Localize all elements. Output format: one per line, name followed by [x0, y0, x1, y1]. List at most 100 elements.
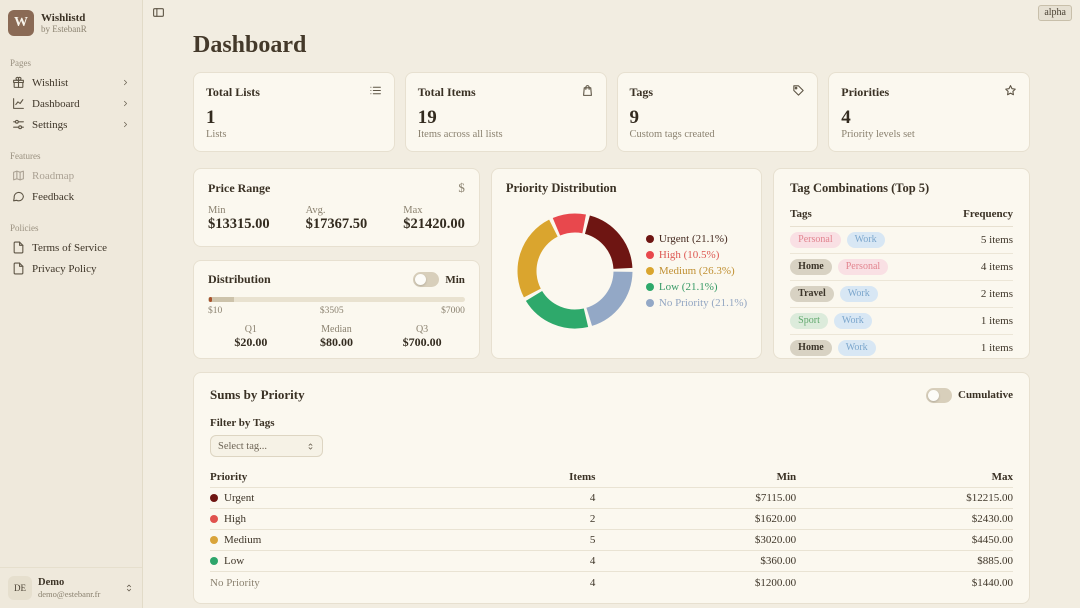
tags-column-header: Tags	[790, 208, 812, 220]
price-stat: Min $13315.00	[208, 205, 270, 233]
table-row: Urgent 4 $7115.00 $12215.00	[210, 488, 1013, 509]
sidebar-section-label: Policies	[10, 223, 132, 233]
slider-marker[interactable]	[209, 297, 212, 302]
sums-title: Sums by Priority	[210, 387, 305, 403]
file-icon	[12, 241, 25, 254]
bag-icon	[581, 84, 594, 97]
sidebar-toggle-icon[interactable]	[152, 6, 165, 19]
cumulative-toggle-label: Cumulative	[958, 389, 1013, 401]
table-row: Low 4 $360.00 $885.00	[210, 551, 1013, 572]
topbar	[143, 0, 1080, 24]
price-stat: Avg. $17367.50	[306, 205, 368, 233]
sidebar-nav: Pages Wishlist Dashboard Settings Featur…	[0, 44, 142, 281]
star-icon	[1004, 84, 1017, 97]
tag-pill-work: Work	[840, 286, 878, 302]
sums-by-priority-card: Sums by Priority Cumulative Filter by Ta…	[193, 372, 1030, 604]
sidebar-item-label: Feedback	[32, 191, 130, 203]
tag-pill-personal: Personal	[838, 259, 888, 275]
stat-card-subtitle: Lists	[206, 129, 382, 140]
legend-item: Urgent (21.1%)	[646, 233, 747, 245]
price-range-title: Price Range	[208, 181, 270, 196]
donut-segment-medium	[527, 228, 553, 293]
priority-dot	[210, 515, 218, 523]
tag-combination-row: PersonalWork 5 items	[790, 227, 1013, 254]
sidebar-item-label: Dashboard	[32, 98, 114, 110]
tag-pill-home: Home	[790, 259, 832, 275]
chat-icon	[12, 190, 25, 203]
dollar-icon: $	[458, 180, 465, 196]
map-icon	[12, 169, 25, 182]
tag-combinations-card: Tag Combinations (Top 5) Tags Frequency …	[773, 168, 1030, 359]
sidebar-item-terms-of-service[interactable]: Terms of Service	[8, 237, 134, 258]
scale-max: $7000	[441, 306, 465, 316]
tag-pill-personal: Personal	[790, 232, 840, 248]
chart-legend: Urgent (21.1%) High (10.5%) Medium (26.3…	[646, 233, 747, 309]
scale-mid: $3505	[320, 306, 344, 316]
distribution-title: Distribution	[208, 272, 271, 287]
user-menu[interactable]: DE Demo demo@estebanr.fr	[0, 567, 142, 608]
chevron-right-icon	[121, 120, 130, 129]
avatar: DE	[8, 576, 32, 600]
alpha-badge: alpha	[1038, 5, 1072, 21]
sidebar-item-wishlist[interactable]: Wishlist	[8, 72, 134, 93]
sidebar-item-privacy-policy[interactable]: Privacy Policy	[8, 258, 134, 279]
sums-column-max: Max	[796, 471, 1013, 483]
table-row: No Priority 4 $1200.00 $1440.00	[210, 572, 1013, 593]
sums-table: PriorityItemsMinMax Urgent 4 $7115.00 $1…	[210, 467, 1013, 593]
legend-dot	[646, 283, 654, 291]
stat-card-subtitle: Priority levels set	[841, 129, 1017, 140]
sums-column-priority: Priority	[210, 471, 515, 483]
priority-dot	[210, 557, 218, 565]
distribution-slider[interactable]	[208, 297, 465, 302]
stat-card-value: 9	[630, 108, 806, 129]
file-icon	[12, 262, 25, 275]
stat-card-value: 1	[206, 108, 382, 129]
scale-min: $10	[208, 306, 222, 316]
tag-combination-row: TravelWork 2 items	[790, 281, 1013, 308]
legend-item: Medium (26.3%)	[646, 265, 747, 277]
sidebar-item-label: Privacy Policy	[32, 263, 130, 275]
legend-dot	[646, 235, 654, 243]
app-name: Wishlistd	[41, 12, 87, 25]
tag-pill-work: Work	[834, 313, 872, 329]
sidebar-item-dashboard[interactable]: Dashboard	[8, 93, 134, 114]
legend-item: No Priority (21.1%)	[646, 297, 747, 309]
tag-select[interactable]: Select tag...	[210, 435, 323, 457]
page-title: Dashboard	[193, 32, 1030, 59]
priority-distribution-title: Priority Distribution	[506, 181, 747, 196]
table-row: Medium 5 $3020.00 $4450.00	[210, 530, 1013, 551]
donut-segment-urgent	[587, 225, 623, 269]
stat-card-total-lists: Total Lists 1 Lists	[193, 72, 395, 152]
stat-card-subtitle: Items across all lists	[418, 129, 594, 140]
priority-dot	[210, 536, 218, 544]
filter-by-tags-label: Filter by Tags	[210, 417, 1013, 429]
sidebar-item-settings[interactable]: Settings	[8, 114, 134, 135]
chevron-up-down-icon	[124, 583, 134, 593]
stat-card-tags: Tags 9 Custom tags created	[617, 72, 819, 152]
main-area: alpha Dashboard Total Lists 1 Lists Tota…	[143, 0, 1080, 608]
stat-cards-row: Total Lists 1 Lists Total Items 1 9 Items…	[193, 72, 1030, 152]
sums-column-min: Min	[595, 471, 796, 483]
sidebar-section-label: Features	[10, 151, 132, 161]
user-name: Demo	[38, 577, 100, 589]
legend-dot	[646, 267, 654, 275]
donut-chart	[506, 202, 644, 340]
min-toggle[interactable]	[413, 272, 439, 287]
tag-icon	[792, 84, 805, 97]
quartile: Median $80.00	[294, 324, 380, 350]
priority-distribution-card: Priority Distribution Urgent (21.1%) Hig…	[491, 168, 762, 359]
sidebar-item-roadmap[interactable]: Roadmap	[8, 165, 134, 186]
cumulative-toggle[interactable]	[926, 388, 952, 403]
stat-card-title: Total Items	[418, 85, 476, 100]
app-header[interactable]: W Wishlistd by EstebanR	[0, 0, 142, 44]
tag-pill-sport: Sport	[790, 313, 828, 329]
tag-pill-home: Home	[790, 340, 832, 356]
table-row: High 2 $1620.00 $2430.00	[210, 509, 1013, 530]
chevron-right-icon	[121, 78, 130, 87]
sidebar-section-label: Pages	[10, 58, 132, 68]
tag-combination-row: HomePersonal 4 items	[790, 254, 1013, 281]
frequency-column-header: Frequency	[963, 208, 1013, 220]
list-icon	[369, 84, 382, 97]
tag-select-value: Select tag...	[218, 441, 267, 452]
sidebar-item-feedback[interactable]: Feedback	[8, 186, 134, 207]
